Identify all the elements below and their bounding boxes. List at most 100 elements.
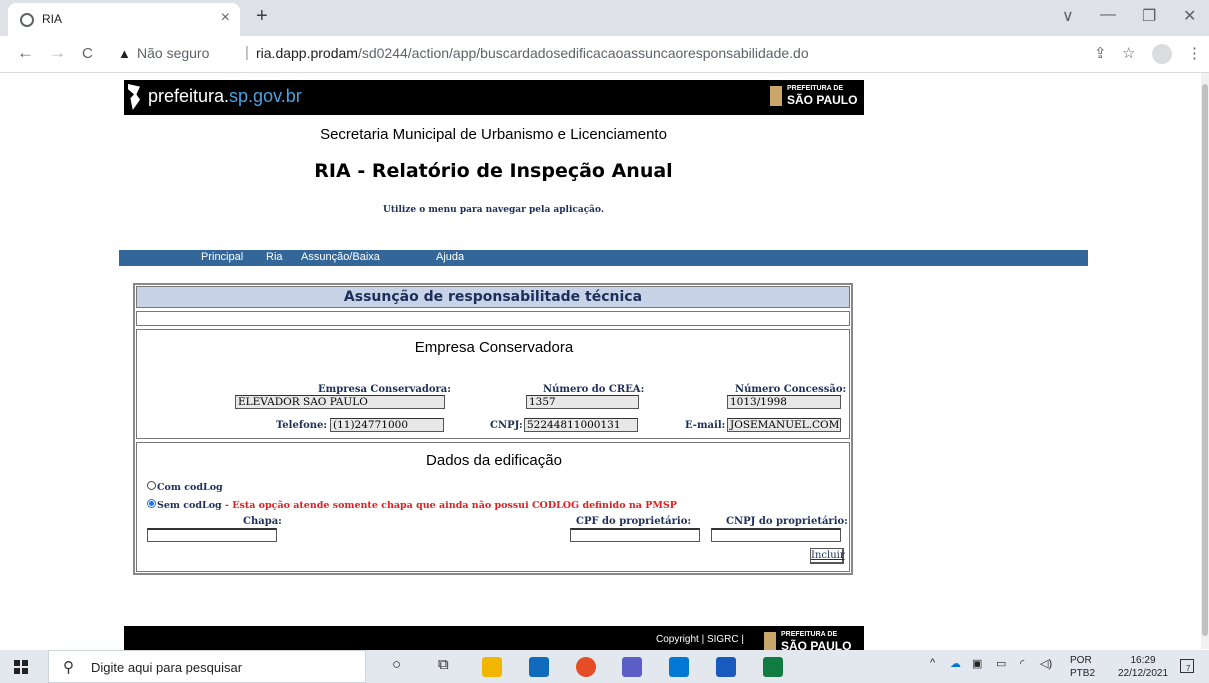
main-nav: Principal Ria Assunção/Baixa Ajuda: [119, 250, 1088, 266]
email-field[interactable]: JOSEMANUEL.COM.B: [727, 418, 841, 432]
meet-icon[interactable]: ▣: [972, 657, 982, 670]
page-title: RIA - Relatório de Inspeção Anual: [314, 160, 673, 182]
back-button[interactable]: ←: [17, 43, 34, 63]
url-field[interactable]: ria.dapp.prodam/sd0244/action/app/buscar…: [256, 45, 809, 61]
menu-icon[interactable]: ⋮: [1187, 44, 1202, 62]
volume-icon[interactable]: ◁): [1040, 657, 1052, 670]
secretaria-title: Secretaria Municipal de Urbanismo e Lice…: [320, 126, 667, 143]
lang-bottom: PTB2: [1070, 668, 1096, 679]
site-footer: Copyright | SIGRC | PREFEITURA DE SÃO PA…: [124, 626, 864, 653]
excel-icon[interactable]: [763, 657, 783, 677]
globe-icon: [20, 13, 34, 27]
address-bar: ← → C ▲ Não seguro | ria.dapp.prodam/sd0…: [0, 36, 1209, 73]
nav-assuncao-baixa[interactable]: Assunção/Baixa: [301, 251, 380, 263]
sem-codlog-label[interactable]: Sem codLog - Esta opção atende somente c…: [157, 500, 677, 511]
word-icon[interactable]: [716, 657, 736, 677]
security-label[interactable]: Não seguro: [137, 45, 209, 61]
pref-top-text: PREFEITURA DE: [787, 85, 844, 92]
tab-title: RIA: [42, 12, 63, 26]
nav-ria[interactable]: Ria: [266, 251, 283, 263]
concessao-field[interactable]: 1013/1998: [727, 395, 841, 409]
sp-logo-icon: [128, 84, 140, 110]
share-icon[interactable]: ⇪: [1094, 44, 1107, 62]
telefone-field[interactable]: (11)24771000: [330, 418, 444, 432]
notification-count: 7: [1186, 664, 1191, 673]
crest-icon: [770, 86, 782, 106]
nav-principal[interactable]: Principal: [201, 251, 243, 263]
logo-sp: sp.gov.br: [229, 86, 302, 106]
com-codlog-radio[interactable]: [147, 481, 156, 490]
restore-button[interactable]: ❐: [1142, 6, 1156, 26]
footer-crest-icon: [764, 632, 776, 652]
notification-icon[interactable]: 7: [1180, 659, 1194, 673]
taskbar-search[interactable]: ⚲ Digite aqui para pesquisar: [48, 650, 366, 683]
reload-button[interactable]: C: [82, 45, 93, 62]
form-header-title: Assunção de responsabilitade técnica: [343, 289, 643, 305]
form-header: Assunção de responsabilitade técnica: [136, 286, 850, 308]
sem-codlog-radio[interactable]: [147, 499, 156, 508]
star-icon[interactable]: ☆: [1122, 44, 1135, 62]
language-indicator[interactable]: POR PTB2: [1070, 654, 1095, 680]
task-view-icon[interactable]: ⧉: [438, 656, 449, 673]
onedrive-icon[interactable]: ☁: [950, 657, 961, 670]
outlook-icon[interactable]: [529, 657, 549, 677]
clock-date: 22/12/2021: [1118, 668, 1169, 679]
battery-icon[interactable]: ▭: [996, 657, 1006, 670]
incluir-button[interactable]: Incluir: [810, 548, 845, 564]
com-codlog-label[interactable]: Com codLog: [157, 482, 223, 493]
cortana-icon[interactable]: ○: [392, 656, 401, 673]
cnpj-label: CNPJ:: [490, 420, 523, 431]
empresa-field[interactable]: ELEVADOR SAO PAULO: [235, 395, 445, 409]
empresa-section-title: Empresa Conservadora: [414, 339, 574, 356]
url-host: ria.dapp.prodam: [256, 45, 358, 61]
clock[interactable]: 16:29 22/12/2021: [1118, 654, 1168, 680]
tray-chevron-icon[interactable]: ^: [930, 657, 935, 669]
logo-main: prefeitura.: [148, 86, 230, 106]
url-path: /sd0244/action/app/buscardadosedificacao…: [357, 45, 809, 61]
chrome-icon[interactable]: [576, 657, 596, 677]
app-icon[interactable]: [669, 657, 689, 677]
chapa-field[interactable]: [147, 528, 277, 542]
search-placeholder: Digite aqui para pesquisar: [91, 660, 243, 675]
tab-close-icon[interactable]: ×: [221, 9, 230, 27]
warning-icon[interactable]: ▲: [118, 46, 131, 61]
lang-top: POR: [1070, 655, 1092, 666]
wifi-icon[interactable]: ◜: [1020, 657, 1024, 670]
file-explorer-icon[interactable]: [482, 657, 502, 677]
sem-codlog-text: Sem codLog: [157, 500, 222, 511]
profile-avatar-icon[interactable]: [1152, 44, 1172, 64]
crea-label: Número do CREA:: [543, 384, 645, 395]
browser-tab[interactable]: RIA ×: [8, 3, 240, 36]
search-icon: ⚲: [63, 659, 74, 676]
cpf-label: CPF do proprietário:: [576, 516, 692, 527]
nav-ajuda[interactable]: Ajuda: [436, 251, 464, 263]
windows-taskbar: ⚲ Digite aqui para pesquisar ○ ⧉ ^ ☁ ▣ ▭…: [0, 650, 1209, 683]
email-label: E-mail:: [685, 420, 726, 431]
teams-icon[interactable]: [622, 657, 642, 677]
site-logo[interactable]: prefeitura.sp.gov.br: [148, 86, 302, 107]
close-window-button[interactable]: ✕: [1183, 6, 1196, 26]
site-banner: prefeitura.sp.gov.br PREFEITURA DE SÃO P…: [124, 80, 864, 115]
scrollbar-thumb[interactable]: [1202, 84, 1208, 636]
windows-start-icon[interactable]: [14, 660, 28, 674]
concessao-label: Número Concessão:: [735, 384, 847, 395]
tab-list-icon[interactable]: ∨: [1062, 6, 1074, 26]
cnpj-proprietario-field[interactable]: [711, 528, 841, 542]
crea-field[interactable]: 1357: [526, 395, 639, 409]
empresa-label: Empresa Conservadora:: [318, 384, 451, 395]
dados-section-title: Dados da edificação: [426, 452, 562, 469]
cnpj-field[interactable]: 52244811000131: [524, 418, 638, 432]
minimize-button[interactable]: —: [1100, 6, 1116, 24]
forward-button[interactable]: →: [49, 43, 66, 63]
cpf-field[interactable]: [570, 528, 700, 542]
sem-codlog-warning: - Esta opção atende somente chapa que ai…: [221, 500, 677, 511]
pref-bottom-text: SÃO PAULO: [787, 93, 858, 107]
message-row: [136, 311, 850, 326]
new-tab-button[interactable]: +: [256, 5, 268, 28]
url-separator: |: [245, 44, 249, 61]
cnpj-proprietario-label: CNPJ do proprietário:: [726, 516, 848, 527]
clock-time: 16:29: [1130, 655, 1156, 666]
menu-hint: Utilize o menu para navegar pela aplicaç…: [383, 205, 604, 215]
browser-tab-bar: RIA × + ∨ — ❐ ✕: [0, 0, 1209, 36]
chapa-label: Chapa:: [243, 516, 282, 527]
